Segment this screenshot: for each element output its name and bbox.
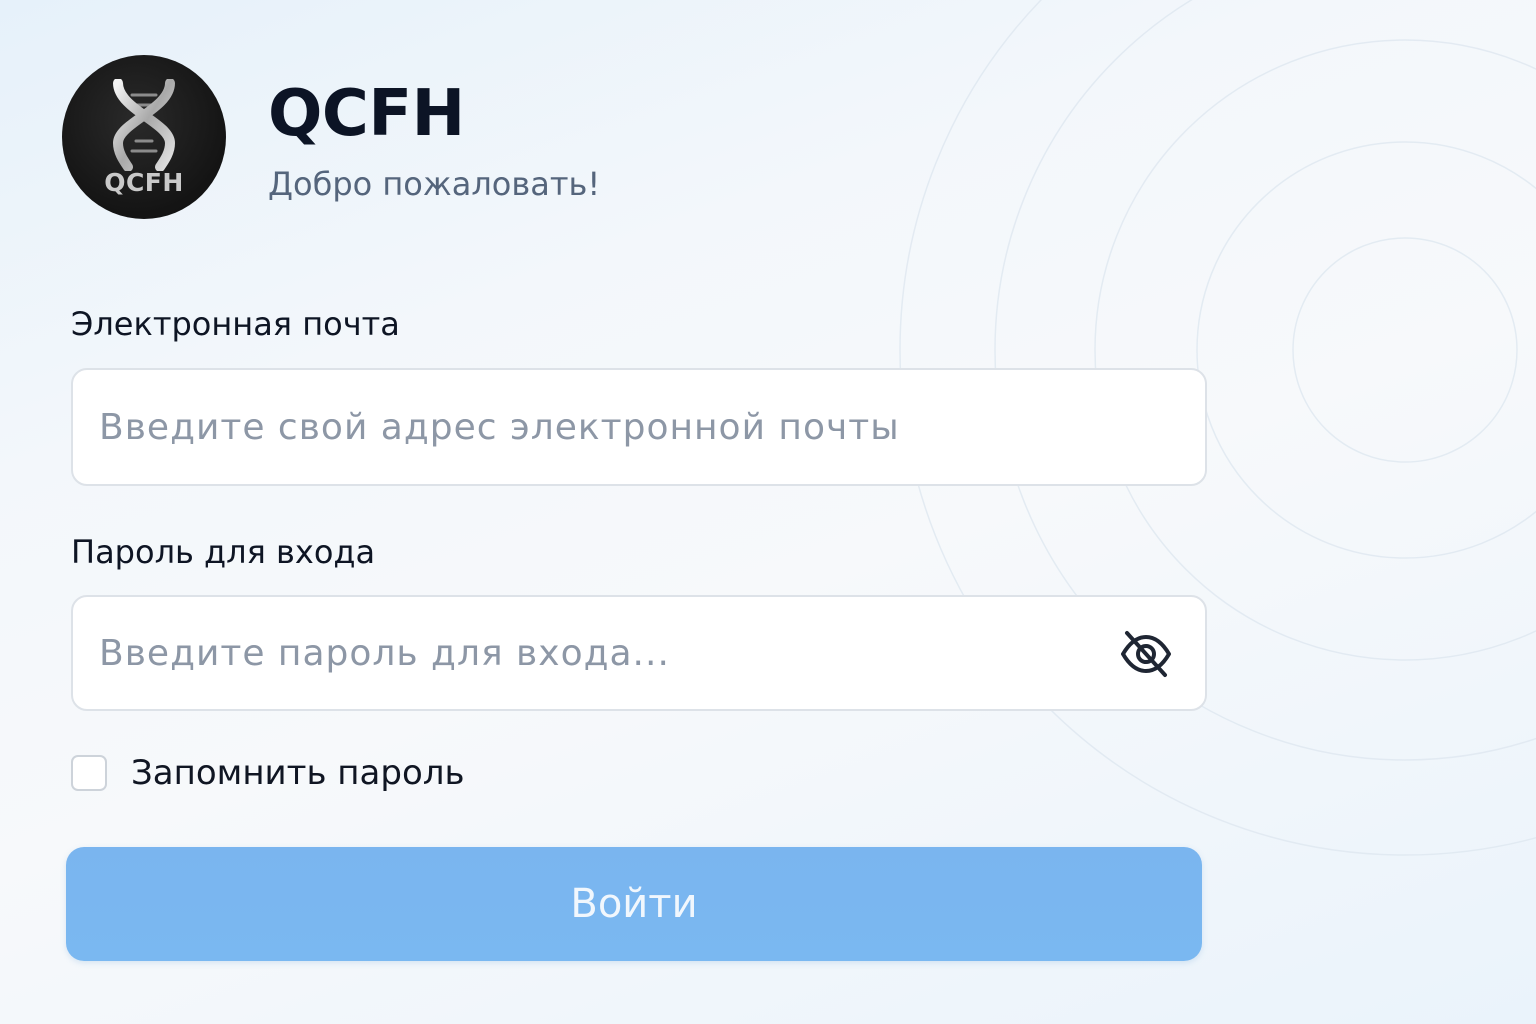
login-button-label: Войти [570, 881, 698, 927]
logo: QCFH [62, 55, 226, 219]
email-label: Электронная почта [71, 305, 400, 343]
email-field-box[interactable] [71, 368, 1207, 486]
password-field-box[interactable] [71, 595, 1207, 711]
brand-header: QCFH QCFH Добро пожаловать! [62, 55, 600, 219]
remember-password-checkbox[interactable] [71, 755, 107, 791]
password-label: Пароль для входа [71, 533, 376, 571]
dna-icon [112, 79, 176, 171]
remember-password-label[interactable]: Запомнить пароль [131, 756, 465, 790]
logo-text: QCFH [104, 168, 184, 197]
password-field[interactable] [99, 597, 1099, 709]
login-button[interactable]: Войти [66, 847, 1202, 961]
remember-password[interactable]: Запомнить пароль [71, 755, 465, 791]
toggle-password-visibility-button[interactable] [1119, 627, 1173, 681]
welcome-subtitle: Добро пожаловать! [268, 165, 601, 203]
eye-off-icon [1121, 631, 1171, 677]
page-title: QCFH [268, 77, 465, 151]
email-field[interactable] [99, 370, 1099, 484]
